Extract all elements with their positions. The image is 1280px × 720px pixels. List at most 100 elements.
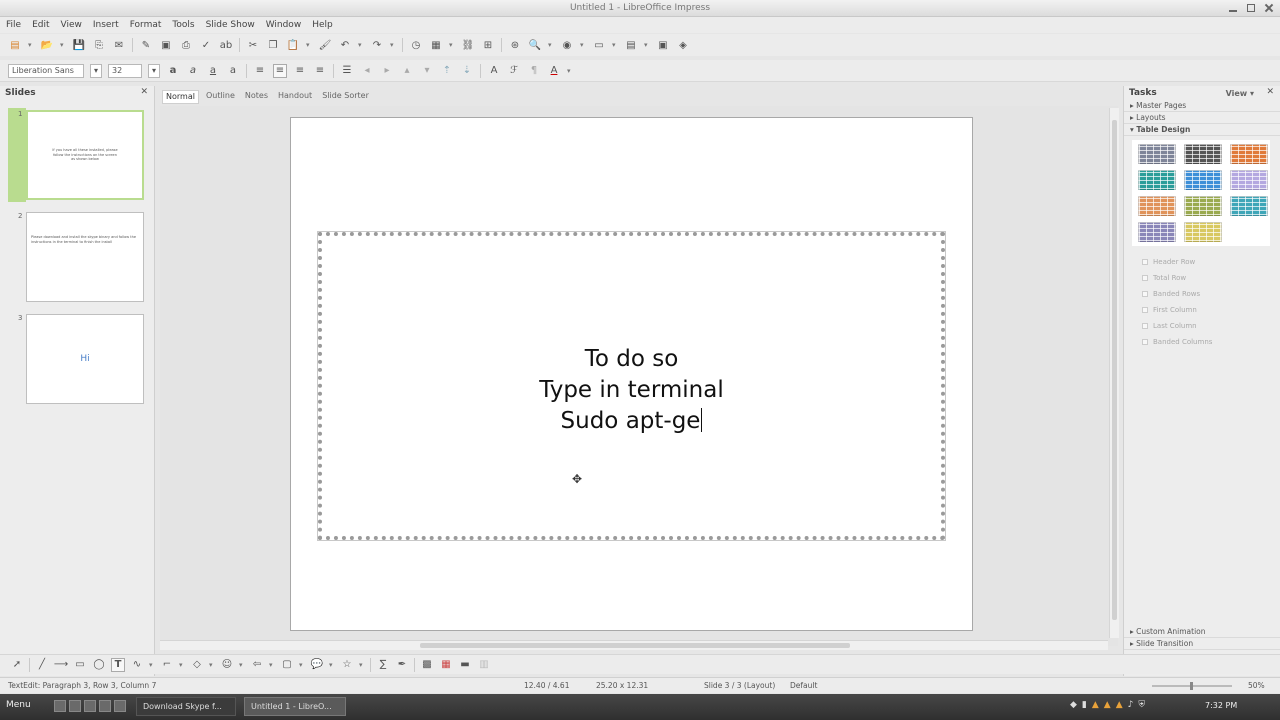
section-slide-transition[interactable]: ▸ Slide Transition — [1124, 638, 1280, 650]
cut-icon[interactable]: ✂ — [246, 38, 260, 52]
open-dropdown-icon[interactable]: ▾ — [60, 41, 66, 49]
tab-handout[interactable]: Handout — [275, 90, 315, 104]
menu-window[interactable]: Window — [266, 20, 302, 30]
font-size-dropdown-icon[interactable]: ▾ — [148, 63, 160, 78]
autospellcheck-icon[interactable]: ab — [219, 38, 233, 52]
slide-text[interactable]: To do so Type in terminal Sudo apt-ge — [322, 344, 941, 437]
slide-layout-icon[interactable]: ▭ — [592, 38, 606, 52]
font-color-dropdown-icon[interactable]: ▾ — [567, 67, 573, 75]
minimize-icon[interactable] — [1228, 3, 1238, 13]
zoom-icon[interactable]: 🔍 — [528, 38, 542, 52]
horizontal-scrollbar[interactable] — [160, 640, 1108, 650]
shadow-icon[interactable]: a — [226, 64, 240, 78]
show-desktop-icon[interactable] — [54, 700, 66, 712]
font-name-box[interactable]: Liberation Sans — [8, 63, 84, 78]
print-icon[interactable]: ⎙ — [179, 38, 193, 52]
text-tool-icon[interactable]: T — [111, 657, 125, 672]
paragraph-icon[interactable]: ¶ — [527, 64, 541, 78]
align-center-icon[interactable]: ≡ — [273, 63, 287, 78]
zoom-dropdown-icon[interactable]: ▾ — [548, 41, 554, 49]
clone-formatting-icon[interactable]: 🖌 — [318, 38, 332, 52]
table-option-checkbox[interactable]: Header Row — [1124, 254, 1280, 270]
slide-icon[interactable]: ▣ — [656, 38, 670, 52]
symbol-shapes-dropdown-icon[interactable]: ▾ — [239, 661, 245, 669]
taskbar-window-browser[interactable]: Download Skype f... — [136, 697, 236, 716]
help-icon[interactable]: ◈ — [676, 38, 690, 52]
image-icon[interactable]: ▩ — [420, 658, 434, 672]
glue-points-icon[interactable]: ✒ — [395, 658, 409, 672]
table-option-checkbox[interactable]: Banded Columns — [1124, 334, 1280, 350]
table-style-swatch[interactable] — [1138, 196, 1176, 216]
tray-app-icon[interactable]: ◆ — [1070, 700, 1077, 710]
open-icon[interactable]: 📂 — [40, 38, 54, 52]
scrollbar-thumb[interactable] — [420, 643, 850, 648]
basic-shapes-icon[interactable]: ◇ — [190, 658, 204, 672]
tab-slide-sorter[interactable]: Slide Sorter — [319, 90, 372, 104]
bullets-icon[interactable]: ☰ — [340, 64, 354, 78]
table-style-swatch[interactable] — [1138, 170, 1176, 190]
bold-icon[interactable]: a — [166, 64, 180, 78]
menu-insert[interactable]: Insert — [93, 20, 119, 30]
demote-icon[interactable]: ▸ — [380, 64, 394, 78]
display-views-dropdown-icon[interactable]: ▾ — [644, 41, 650, 49]
edit-file-icon[interactable]: ✎ — [139, 38, 153, 52]
slide-thumbnail-3[interactable]: 3 Hi — [8, 312, 146, 406]
taskbar-window-impress[interactable]: Untitled 1 - LibreO... — [244, 697, 346, 716]
menu-view[interactable]: View — [61, 20, 82, 30]
paste-icon[interactable]: 📋 — [286, 38, 300, 52]
grid-icon[interactable]: ⊞ — [481, 38, 495, 52]
shadow-toggle-icon[interactable]: ▥ — [477, 658, 491, 672]
export-pdf-icon[interactable]: ▣ — [159, 38, 173, 52]
table-style-swatch[interactable] — [1184, 222, 1222, 242]
tab-normal[interactable]: Normal — [162, 90, 199, 104]
new-document-icon[interactable]: ▤ — [8, 38, 22, 52]
warning-icon[interactable]: ▲ — [1104, 700, 1111, 710]
move-up-icon[interactable]: ▴ — [400, 64, 414, 78]
flowchart-icon[interactable]: ▢ — [280, 658, 294, 672]
block-arrows-icon[interactable]: ⇦ — [250, 658, 264, 672]
table-style-swatch[interactable] — [1138, 222, 1176, 242]
table-style-swatch[interactable] — [1230, 196, 1268, 216]
slide-thumbnail-2[interactable]: 2 Please download and install the skype … — [8, 210, 146, 304]
terminal-icon[interactable] — [69, 700, 81, 712]
copy-icon[interactable]: ❐ — [266, 38, 280, 52]
block-arrows-dropdown-icon[interactable]: ▾ — [269, 661, 275, 669]
maximize-icon[interactable] — [1246, 3, 1256, 13]
table-style-swatch[interactable] — [1230, 144, 1268, 164]
line-arrow-icon[interactable]: ⟶ — [54, 658, 68, 672]
table-option-checkbox[interactable]: First Column — [1124, 302, 1280, 318]
points-icon[interactable]: ∑ — [376, 658, 390, 672]
connector-dropdown-icon[interactable]: ▾ — [179, 661, 185, 669]
text-box[interactable]: To do so Type in terminal Sudo apt-ge — [317, 231, 946, 541]
slide-preview[interactable]: Please download and install the skype bi… — [26, 212, 144, 302]
promote-icon[interactable]: ◂ — [360, 64, 374, 78]
callouts-icon[interactable]: 💬 — [310, 658, 324, 672]
fontwork-icon[interactable]: ℱ — [507, 64, 521, 78]
slide-thumbnail-1[interactable]: 1 If you have all these installed, pleas… — [8, 108, 146, 202]
select-arrow-icon[interactable]: ➚ — [10, 658, 24, 672]
menu-slide-show[interactable]: Slide Show — [206, 20, 255, 30]
increase-spacing-icon[interactable]: ⇡ — [440, 64, 454, 78]
line-icon[interactable]: ╱ — [35, 658, 49, 672]
section-custom-animation[interactable]: ▸ Custom Animation — [1124, 626, 1280, 638]
close-icon[interactable]: ✕ — [1266, 87, 1274, 97]
font-color-icon[interactable]: A — [547, 64, 561, 78]
navigator-icon[interactable]: ⊛ — [508, 38, 522, 52]
stars-dropdown-icon[interactable]: ▾ — [359, 661, 365, 669]
zoom-slider-knob[interactable] — [1190, 682, 1193, 690]
slide-preview[interactable]: Hi — [26, 314, 144, 404]
table-style-swatch[interactable] — [1138, 144, 1176, 164]
new-dropdown-icon[interactable]: ▾ — [28, 41, 34, 49]
justify-icon[interactable]: ≡ — [313, 64, 327, 78]
browser-icon[interactable] — [99, 700, 111, 712]
connector-icon[interactable]: ⌐ — [160, 658, 174, 672]
ellipse-icon[interactable]: ◯ — [92, 658, 106, 672]
start-menu-button[interactable]: Menu — [6, 700, 31, 710]
flowchart-dropdown-icon[interactable]: ▾ — [299, 661, 305, 669]
presentation-icon[interactable]: ◉ — [560, 38, 574, 52]
stars-icon[interactable]: ☆ — [340, 658, 354, 672]
align-left-icon[interactable]: ≡ — [253, 64, 267, 78]
curve-icon[interactable]: ∿ — [130, 658, 144, 672]
menu-format[interactable]: Format — [130, 20, 162, 30]
menu-help[interactable]: Help — [312, 20, 333, 30]
